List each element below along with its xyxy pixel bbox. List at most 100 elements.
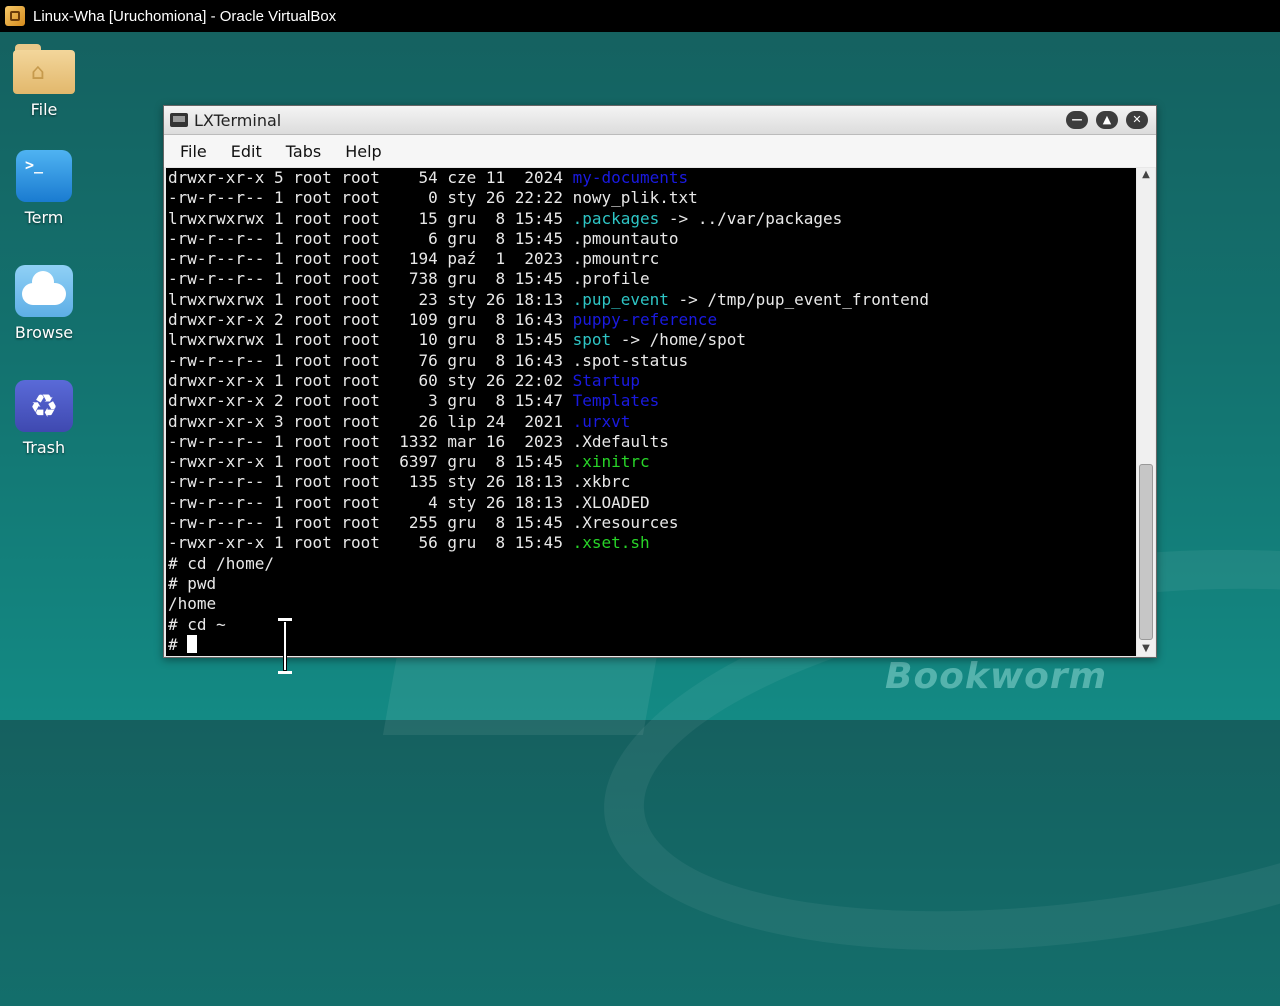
- menu-edit[interactable]: Edit: [219, 142, 274, 161]
- file-name: spot: [572, 330, 612, 350]
- line-meta: -rw-r--r-- 1 root root 76 gru 8 16:43: [168, 350, 573, 370]
- terminal-output[interactable]: drwxr-xr-x 5 root root 54 cze 11 2024 my…: [166, 168, 1136, 656]
- terminal-line: -rw-r--r-- 1 root root 135 sty 26 18:13 …: [168, 472, 1136, 492]
- terminal-line: -rw-r--r-- 1 root root 738 gru 8 15:45 .…: [168, 269, 1136, 289]
- line-meta: drwxr-xr-x 1 root root 60 sty 26 22:02: [168, 370, 573, 390]
- desktop-icon-label: File: [30, 100, 58, 119]
- line-meta: drwxr-xr-x 2 root root 3 gru 8 15:47: [168, 391, 573, 411]
- file-name: .Xdefaults: [572, 431, 669, 451]
- terminal-line: -rw-r--r-- 1 root root 0 sty 26 22:22 no…: [168, 188, 1136, 208]
- scroll-down-arrow[interactable]: ▼: [1137, 642, 1155, 656]
- terminal-menubar: File Edit Tabs Help: [164, 135, 1156, 167]
- terminal-line: /home: [168, 594, 1136, 614]
- terminal-icon: >_: [16, 150, 72, 202]
- desktop-icon-label: Browse: [14, 323, 74, 342]
- terminal-window-icon: [170, 113, 188, 127]
- wallpaper-shape: [382, 655, 658, 735]
- line-meta: -rw-r--r-- 1 root root 1332 mar 16 2023: [168, 431, 573, 451]
- terminal-line: # cd /home/: [168, 554, 1136, 574]
- desktop-icon-browse[interactable]: Browse: [8, 265, 80, 342]
- home-folder-icon: ⌂: [13, 44, 75, 94]
- file-name: .packages: [572, 208, 660, 228]
- close-button[interactable]: ✕: [1126, 111, 1148, 129]
- file-name: my-documents: [572, 168, 689, 187]
- line-meta: drwxr-xr-x 5 root root 54 cze 11 2024: [168, 168, 573, 187]
- line-meta: lrwxrwxrwx 1 root root 10 gru 8 15:45: [168, 330, 573, 350]
- link-target: -> /tmp/pup_event_frontend: [668, 289, 929, 309]
- recycle-icon: ♻: [15, 380, 73, 432]
- file-name: .XLOADED: [572, 492, 650, 512]
- desktop-icon-label: Term: [24, 208, 64, 227]
- terminal-line: -rw-r--r-- 1 root root 255 gru 8 15:45 .…: [168, 513, 1136, 533]
- line-meta: # pwd: [168, 573, 217, 593]
- terminal-line: lrwxrwxrwx 1 root root 10 gru 8 15:45 sp…: [168, 330, 1136, 350]
- terminal-line: -rw-r--r-- 1 root root 1332 mar 16 2023 …: [168, 432, 1136, 452]
- desktop-icon-term[interactable]: >_ Term: [8, 150, 80, 227]
- prompt-line[interactable]: #: [168, 634, 1136, 655]
- scroll-up-arrow[interactable]: ▲: [1137, 168, 1155, 182]
- terminal-scrollbar[interactable]: ▲ ▼: [1137, 168, 1155, 656]
- file-name: .spot-status: [572, 350, 689, 370]
- menu-file[interactable]: File: [168, 142, 219, 161]
- scrollbar-thumb[interactable]: [1139, 464, 1153, 640]
- line-meta: -rwxr-xr-x 1 root root 6397 gru 8 15:45: [168, 452, 573, 472]
- terminal-line: -rw-r--r-- 1 root root 4 sty 26 18:13 .X…: [168, 493, 1136, 513]
- line-meta: drwxr-xr-x 2 root root 109 gru 8 16:43: [168, 310, 573, 330]
- desktop-icon-trash[interactable]: ♻ Trash: [8, 380, 80, 457]
- terminal-line: -rw-r--r-- 1 root root 76 gru 8 16:43 .s…: [168, 351, 1136, 371]
- cloud-icon: [15, 265, 73, 317]
- line-meta: -rw-r--r-- 1 root root 255 gru 8 15:45: [168, 513, 573, 533]
- terminal-line: # cd ~: [168, 615, 1136, 635]
- file-name: Startup: [572, 370, 641, 390]
- line-meta: -rwxr-xr-x 1 root root 56 gru 8 15:45: [168, 533, 573, 553]
- prompt: #: [168, 634, 188, 654]
- line-meta: # cd /home/: [168, 553, 274, 573]
- line-meta: -rw-r--r-- 1 root root 4 sty 26 18:13: [168, 492, 573, 512]
- file-name: .pmountrc: [572, 249, 660, 269]
- line-meta: lrwxrwxrwx 1 root root 23 sty 26 18:13: [168, 289, 573, 309]
- virtualbox-icon: [5, 6, 25, 26]
- file-name: .pup_event: [572, 289, 669, 309]
- terminal-line: drwxr-xr-x 3 root root 26 lip 24 2021 .u…: [168, 412, 1136, 432]
- file-name: .xset.sh: [572, 533, 650, 553]
- file-name: .urxvt: [572, 411, 631, 431]
- desktop-icon-file[interactable]: ⌂ File: [8, 44, 80, 119]
- virtualbox-title-bar[interactable]: Linux-Wha [Uruchomiona] - Oracle Virtual…: [0, 0, 1280, 32]
- line-meta: /home: [168, 594, 217, 614]
- minimize-button[interactable]: —: [1066, 111, 1088, 129]
- terminal-line: -rwxr-xr-x 1 root root 56 gru 8 15:45 .x…: [168, 533, 1136, 553]
- file-name: nowy_plik.txt: [572, 188, 698, 208]
- text-cursor: [187, 634, 198, 653]
- virtualbox-window-title: Linux-Wha [Uruchomiona] - Oracle Virtual…: [33, 7, 337, 25]
- terminal-line: lrwxrwxrwx 1 root root 23 sty 26 18:13 .…: [168, 290, 1136, 310]
- file-name: .xkbrc: [572, 472, 631, 492]
- wallpaper-brand-text: Bookworm: [885, 656, 1108, 697]
- line-meta: lrwxrwxrwx 1 root root 15 gru 8 15:45: [168, 208, 573, 228]
- line-meta: drwxr-xr-x 3 root root 26 lip 24 2021: [168, 411, 573, 431]
- maximize-button[interactable]: ▲: [1096, 111, 1118, 129]
- terminal-title-bar[interactable]: LXTerminal — ▲ ✕: [164, 106, 1156, 135]
- line-meta: -rw-r--r-- 1 root root 194 paź 1 2023: [168, 249, 573, 269]
- terminal-title: LXTerminal: [194, 110, 282, 130]
- file-name: .profile: [572, 269, 650, 289]
- desktop-icon-label: Trash: [22, 438, 66, 457]
- line-meta: # cd ~: [168, 614, 226, 634]
- line-meta: -rw-r--r-- 1 root root 135 sty 26 18:13: [168, 472, 573, 492]
- terminal-line: drwxr-xr-x 2 root root 109 gru 8 16:43 p…: [168, 310, 1136, 330]
- menu-tabs[interactable]: Tabs: [274, 142, 333, 161]
- file-name: .pmountauto: [572, 228, 679, 248]
- menu-help[interactable]: Help: [333, 142, 393, 161]
- file-name: .Xresources: [572, 513, 679, 533]
- terminal-line: -rwxr-xr-x 1 root root 6397 gru 8 15:45 …: [168, 452, 1136, 472]
- line-meta: -rw-r--r-- 1 root root 0 sty 26 22:22: [168, 188, 573, 208]
- terminal-line: -rw-r--r-- 1 root root 6 gru 8 15:45 .pm…: [168, 229, 1136, 249]
- line-meta: -rw-r--r-- 1 root root 6 gru 8 15:45: [168, 228, 573, 248]
- file-name: Templates: [572, 391, 660, 411]
- terminal-line: drwxr-xr-x 1 root root 60 sty 26 22:02 S…: [168, 371, 1136, 391]
- file-name: puppy-reference: [572, 310, 718, 330]
- link-target: -> ../var/packages: [659, 208, 843, 228]
- link-target: -> /home/spot: [611, 330, 746, 350]
- lxterminal-window[interactable]: LXTerminal — ▲ ✕ File Edit Tabs Help drw…: [163, 105, 1157, 658]
- terminal-line: # pwd: [168, 574, 1136, 594]
- terminal-line: drwxr-xr-x 2 root root 3 gru 8 15:47 Tem…: [168, 391, 1136, 411]
